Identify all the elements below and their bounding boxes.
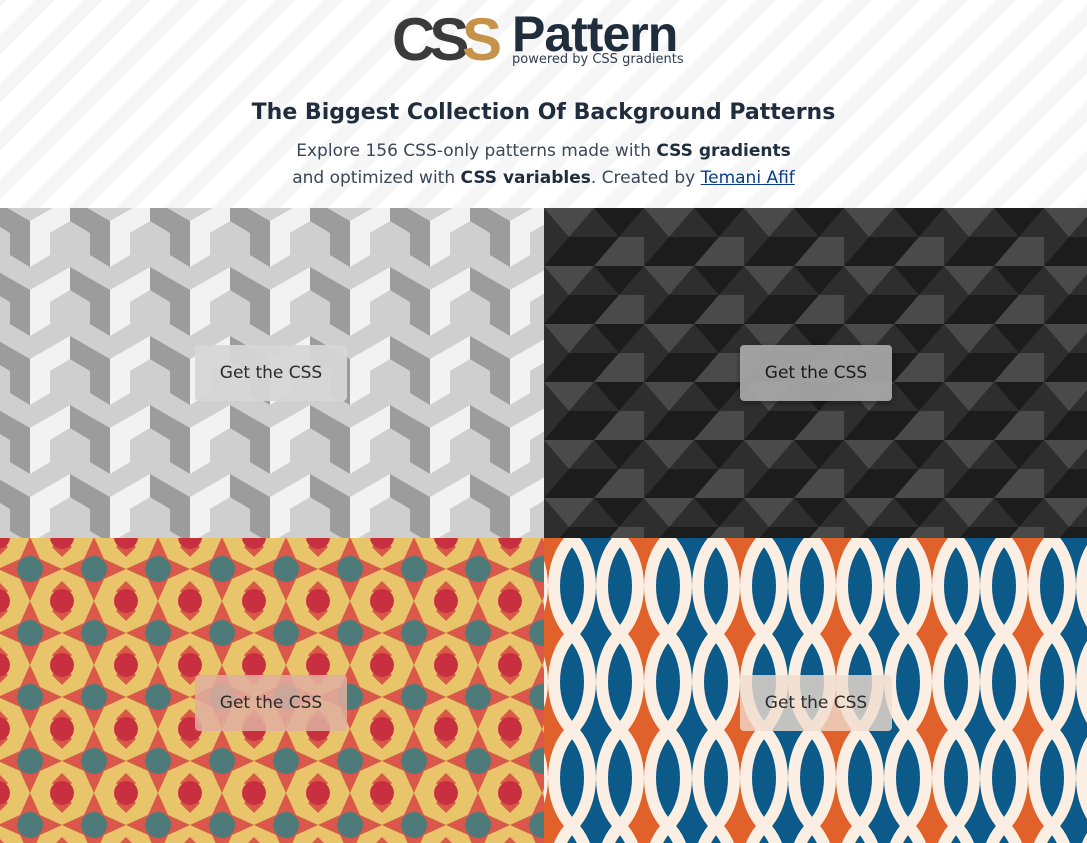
- pattern-grid: Get the CSS Get the CSS Get the CSS Get …: [0, 208, 1087, 843]
- author-link[interactable]: Temani Afif: [701, 168, 795, 188]
- pattern-card-stars-dots[interactable]: Get the CSS: [0, 538, 544, 843]
- get-css-button[interactable]: Get the CSS: [740, 675, 892, 731]
- intro-bold-variables: CSS variables: [460, 168, 591, 188]
- get-css-button[interactable]: Get the CSS: [195, 345, 347, 401]
- svg-text:CS: CS: [392, 6, 467, 68]
- css-logo-mark-icon: CS S: [392, 6, 506, 68]
- intro-part1: Explore 156 CSS-only patterns made with: [296, 141, 657, 161]
- intro-part2: and optimized with: [292, 168, 461, 188]
- pattern-card-waves[interactable]: Get the CSS: [544, 538, 1087, 843]
- get-css-button[interactable]: Get the CSS: [195, 675, 347, 731]
- site-logo[interactable]: CS S Pattern powered by CSS gradients: [392, 4, 702, 68]
- intro-text: Explore 156 CSS-only patterns made with …: [0, 138, 1087, 192]
- logo-tagline: powered by CSS gradients: [512, 52, 684, 67]
- page-title: The Biggest Collection Of Background Pat…: [251, 100, 836, 125]
- get-css-button[interactable]: Get the CSS: [740, 345, 892, 401]
- intro-bold-gradients: CSS gradients: [656, 141, 791, 161]
- intro-part3: . Created by: [590, 168, 701, 188]
- pattern-card-light-blocks[interactable]: Get the CSS: [0, 208, 544, 538]
- pattern-card-dark-cubes[interactable]: Get the CSS: [544, 208, 1087, 538]
- page-header: CS S Pattern powered by CSS gradients Th…: [0, 0, 1087, 208]
- svg-text:S: S: [462, 6, 500, 68]
